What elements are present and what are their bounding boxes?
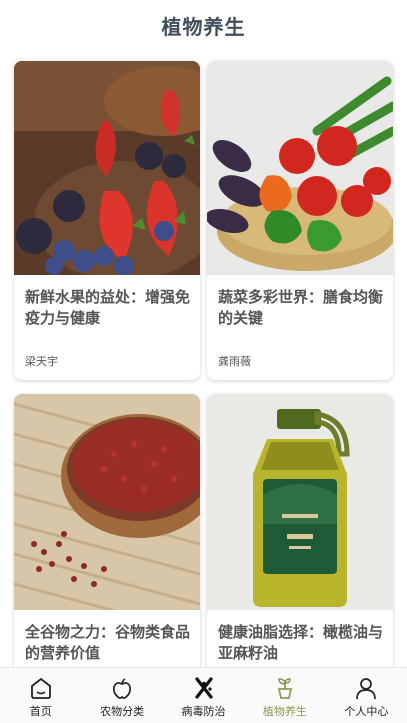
berries-fruit-photo xyxy=(14,61,200,275)
virus-cross-icon xyxy=(194,677,213,699)
tab-home[interactable]: 首页 xyxy=(0,668,81,723)
article-card[interactable]: 蔬菜多彩世界：膳食均衡的关键 龚雨薇 xyxy=(207,61,393,380)
article-title: 蔬菜多彩世界：膳食均衡的关键 xyxy=(218,288,384,327)
tab-label: 病毒防治 xyxy=(181,705,226,718)
article-title: 全谷物之力：谷物类食品的营养价值 xyxy=(25,623,191,662)
bottom-tab-bar: 首页 农物分类 病毒防治 植物养生 个人中心 xyxy=(0,667,407,723)
tab-label: 农物分类 xyxy=(100,705,145,718)
olive-oil-bottle-photo xyxy=(207,394,393,610)
vegetables-basket-photo xyxy=(207,61,393,275)
home-icon xyxy=(30,677,51,699)
tab-virus[interactable]: 病毒防治 xyxy=(163,668,244,723)
tab-label: 个人中心 xyxy=(344,705,389,718)
tab-plant-health[interactable]: 植物养生 xyxy=(244,668,325,723)
apple-icon xyxy=(113,678,132,699)
tab-category[interactable]: 农物分类 xyxy=(81,668,162,723)
article-title: 健康油脂选择：橄榄油与亚麻籽油 xyxy=(218,623,384,662)
article-title: 新鲜水果的益处：增强免疫力与健康 xyxy=(25,288,191,327)
tab-label: 植物养生 xyxy=(262,705,307,718)
sprout-pot-icon xyxy=(277,678,292,699)
tab-profile[interactable]: 个人中心 xyxy=(326,668,407,723)
page-header: 植物养生 xyxy=(0,0,407,50)
red-beans-bowl-photo xyxy=(14,394,200,610)
person-icon xyxy=(356,678,377,700)
tab-label: 首页 xyxy=(29,705,52,718)
article-card[interactable]: 新鲜水果的益处：增强免疫力与健康 梁天宇 xyxy=(14,61,200,380)
article-author: 龚雨薇 xyxy=(218,355,251,368)
article-author: 梁天宇 xyxy=(25,355,58,368)
page-title: 植物养生 xyxy=(161,14,246,39)
